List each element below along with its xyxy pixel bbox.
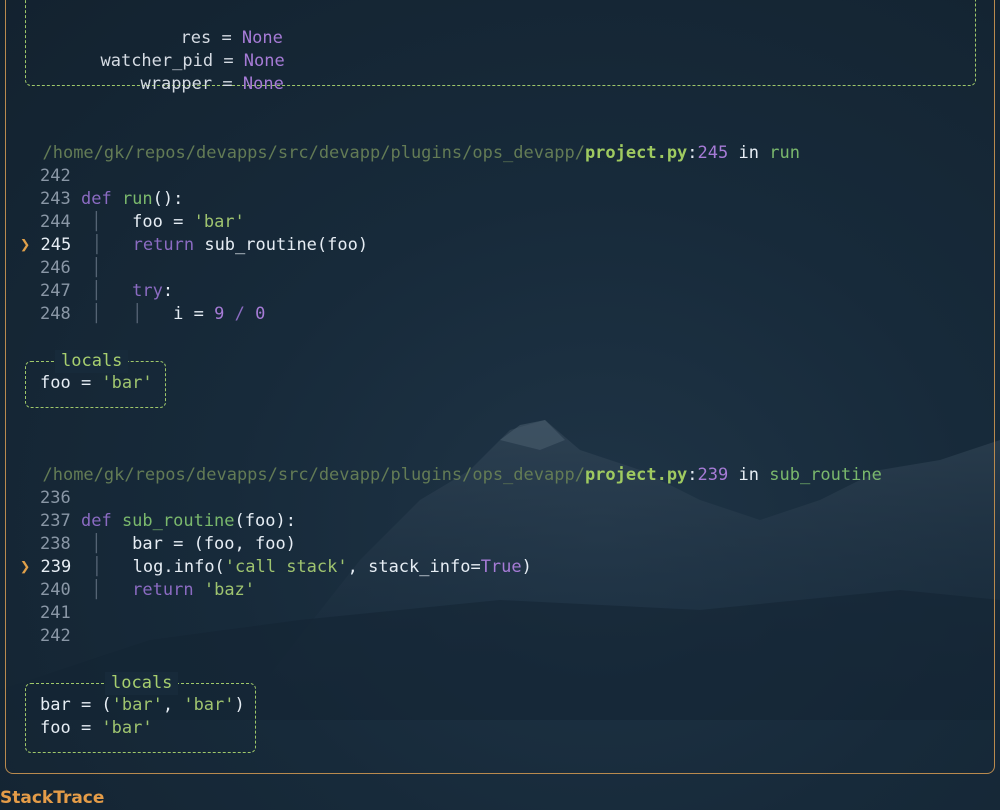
stacktrace-label: StackTrace <box>0 788 105 808</box>
current-line-arrow-icon: ❯ <box>20 235 31 255</box>
code-line: 242 <box>40 165 71 188</box>
keyword: def <box>80 511 112 531</box>
line-number: 239 <box>697 465 729 485</box>
code-line-current: ❯ 245 │ return sub_routine(foo) <box>20 234 368 257</box>
separator: , <box>162 695 184 715</box>
line-number: 240 <box>40 580 71 600</box>
local-foo: foo = 'bar' <box>40 717 153 740</box>
frame1-location[interactable]: /home/gk/repos/devapps/src/devapp/plugin… <box>22 119 799 163</box>
code-line: 241 <box>40 602 71 625</box>
line-number: 243 <box>40 189 71 209</box>
keyword: return <box>132 580 194 600</box>
operator: / <box>224 304 256 324</box>
string-literal: 'call stack' <box>224 557 348 577</box>
var-value: 'bar' <box>183 695 235 715</box>
keyword: def <box>80 189 112 209</box>
local-watcher-pid: watcher_pid = None <box>0 27 284 71</box>
locals-title: locals <box>105 672 179 695</box>
var-value: 'bar' <box>101 373 153 393</box>
indent-guide: │ <box>91 281 102 301</box>
line-number: 245 <box>697 143 729 163</box>
constant: True <box>480 557 522 577</box>
code-text: foo = <box>132 212 194 232</box>
string-literal: 'bar' <box>193 212 245 232</box>
in-word: in <box>738 465 759 485</box>
code-text: bar = (foo, foo) <box>132 534 296 554</box>
number-literal: 0 <box>255 304 266 324</box>
local-bar: bar = ('bar', 'bar') <box>40 694 245 717</box>
keyword: try <box>132 281 163 301</box>
file-path: /home/gk/repos/devapps/src/devapp/plugin… <box>42 465 585 485</box>
code-text: : <box>162 281 174 301</box>
line-number: 241 <box>40 603 71 623</box>
indent-guide: │ <box>91 534 102 554</box>
code-text: ) <box>521 557 532 577</box>
local-wrapper: wrapper = None <box>0 50 283 94</box>
paren: ) <box>234 695 245 715</box>
line-number: 237 <box>40 511 71 531</box>
code-line: 238 │ bar = (foo, foo) <box>40 533 296 556</box>
line-number: 239 <box>40 557 72 577</box>
code-line: 242 <box>40 625 71 648</box>
local-foo: foo = 'bar' <box>40 372 153 395</box>
line-number: 238 <box>40 534 71 554</box>
line-number: 244 <box>40 212 71 232</box>
indent-guide: │ <box>91 235 102 255</box>
function-name: run <box>769 143 800 163</box>
var-value: 'bar' <box>101 718 153 738</box>
keyword: return <box>132 235 195 255</box>
code-text: sub_routine(foo) <box>194 235 369 255</box>
code-line: 248 │ │ i = 9 / 0 <box>40 303 265 326</box>
local-res: res = None <box>0 4 282 48</box>
var-value: None <box>242 74 284 94</box>
var-name: foo = <box>40 373 102 393</box>
equals: = <box>212 74 243 94</box>
line-number: 248 <box>40 304 71 324</box>
code-line: 247 │ try: <box>40 280 173 303</box>
file-path: /home/gk/repos/devapps/src/devapp/plugin… <box>42 143 585 163</box>
file-name: project.py <box>584 465 688 485</box>
code-text: log.info( <box>132 557 225 577</box>
var-name: bar = ( <box>40 695 112 715</box>
current-line-arrow-icon: ❯ <box>20 557 31 577</box>
code-text: i = <box>173 304 215 324</box>
line-number: 242 <box>40 166 71 186</box>
code-line: 240 │ return 'baz' <box>40 579 255 602</box>
code-line: 244 │ foo = 'bar' <box>40 211 245 234</box>
line-number: 242 <box>40 626 71 646</box>
function-name: run <box>121 189 153 209</box>
code-text: (foo): <box>234 511 296 531</box>
number-literal: 9 <box>214 304 225 324</box>
line-number: 236 <box>40 488 71 508</box>
frame2-location[interactable]: /home/gk/repos/devapps/src/devapp/plugin… <box>22 441 881 485</box>
indent-guide: │ <box>91 258 102 278</box>
line-number: 247 <box>40 281 71 301</box>
code-line: 246 │ <box>40 257 101 280</box>
function-name: sub_routine <box>769 465 882 485</box>
line-number: 245 <box>40 235 72 255</box>
code-text: (): <box>152 189 184 209</box>
indent-guide: │ <box>91 304 102 324</box>
string-literal: 'baz' <box>203 580 256 600</box>
indent-guide: │ <box>91 557 102 577</box>
code-text: , stack_info= <box>347 557 481 577</box>
function-name: sub_routine <box>121 511 235 531</box>
indent-guide: │ <box>91 580 102 600</box>
code-line: 237 def sub_routine(foo): <box>40 510 296 533</box>
locals-title: locals <box>55 350 129 373</box>
code-line: 236 <box>40 487 71 510</box>
code-line: 243 def run(): <box>40 188 183 211</box>
code-line-current: ❯ 239 │ log.info('call stack', stack_inf… <box>20 556 532 579</box>
indent-guide: │ <box>132 304 143 324</box>
var-name: foo = <box>40 718 102 738</box>
in-word: in <box>738 143 759 163</box>
file-name: project.py <box>584 143 688 163</box>
var-value: 'bar' <box>111 695 163 715</box>
var-name: wrapper <box>140 74 213 94</box>
line-number: 246 <box>40 258 71 278</box>
indent-guide: │ <box>91 212 102 232</box>
